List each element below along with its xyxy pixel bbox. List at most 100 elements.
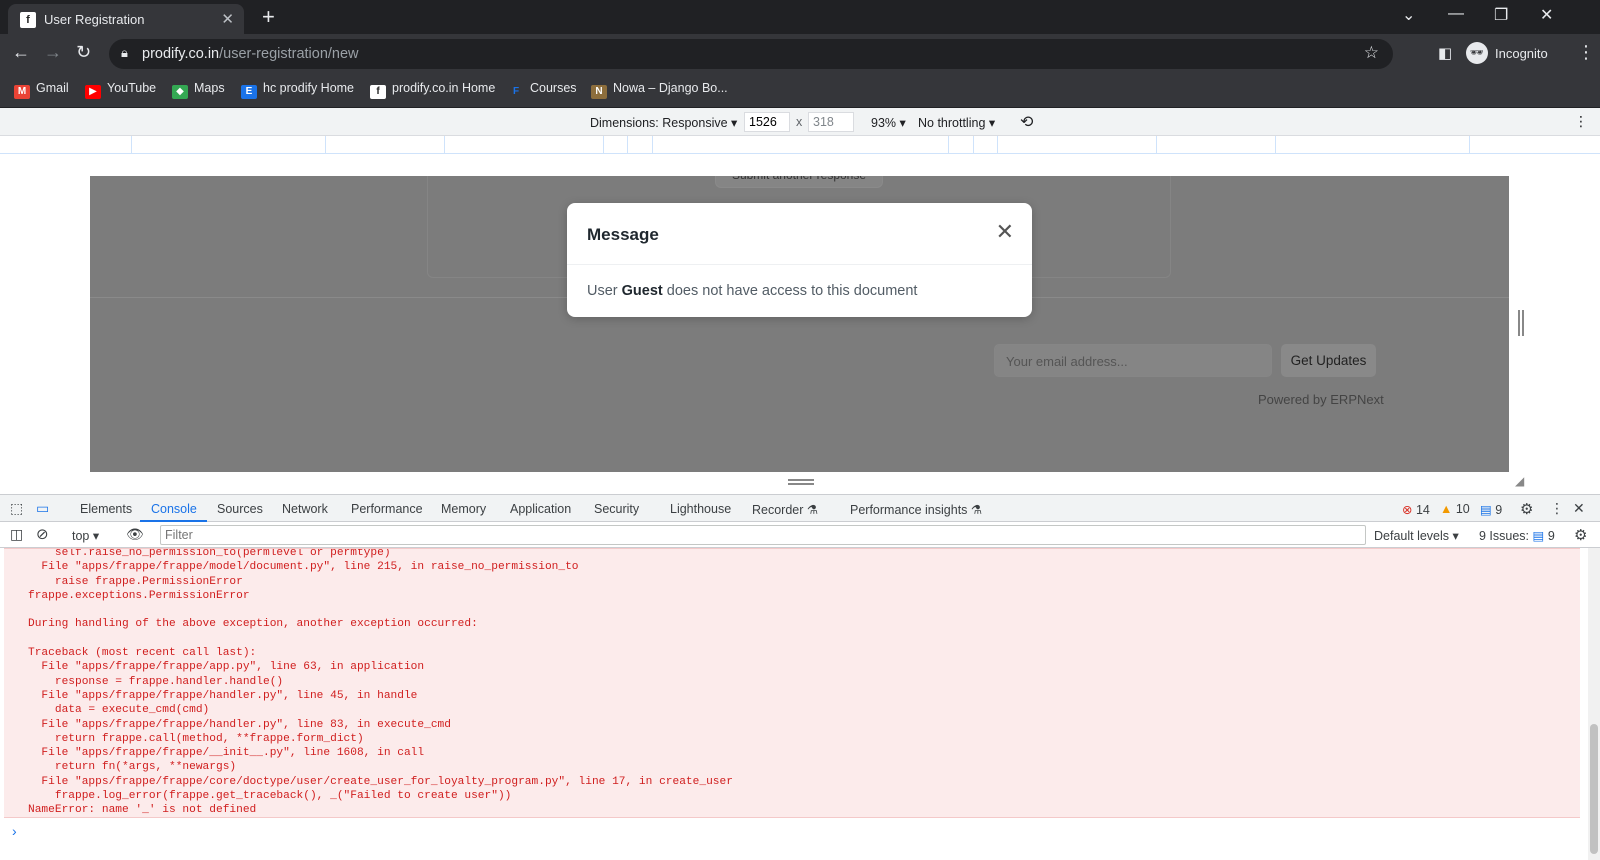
device-toolbar-menu-icon[interactable]: ⋮ (1574, 113, 1588, 130)
issues-button[interactable]: 9 Issues: ▤ 9 (1479, 528, 1555, 543)
device-toggle-icon[interactable]: ▭ (36, 500, 49, 517)
context-label: top (72, 529, 90, 543)
bookmark-label: YouTube (107, 81, 157, 95)
bookmark-star-icon[interactable]: ☆ (1364, 43, 1379, 63)
restore-icon[interactable]: ❐ (1494, 5, 1508, 25)
warning-count[interactable]: ▲ 10 (1440, 502, 1470, 516)
dimensions-dropdown[interactable]: Dimensions: Responsive ▾ (590, 115, 737, 130)
sidebar-toggle-icon[interactable]: ◫ (10, 526, 23, 543)
browser-toolbar: ← → ↻ 🔒︎ prodify.co.in/user-registration… (0, 34, 1600, 72)
message-user: Guest (621, 283, 663, 299)
viewport-height-input[interactable] (808, 112, 854, 132)
tab-network[interactable]: Network (282, 502, 328, 516)
bookmark-label: Nowa – Django Bo... (613, 81, 728, 95)
reload-icon[interactable]: ↻ (76, 42, 91, 63)
console-prompt-icon[interactable]: › (12, 823, 17, 839)
devtools-settings-icon[interactable]: ⚙ (1520, 500, 1533, 518)
scrollbar-thumb[interactable] (1590, 724, 1598, 854)
submit-another-button[interactable]: Submit another response (715, 176, 883, 188)
tab-performance-insights[interactable]: Performance insights ⚗︎ (850, 502, 982, 517)
message-count[interactable]: ▤ 9 (1480, 502, 1502, 517)
tab-application[interactable]: Application (510, 502, 571, 516)
get-updates-button[interactable]: Get Updates (1281, 344, 1376, 377)
new-tab-icon[interactable]: + (262, 4, 275, 30)
context-selector[interactable]: top ▾ (72, 528, 99, 543)
email-input[interactable]: Your email address... (994, 344, 1272, 377)
incognito-profile-button[interactable]: 🕶︎ Incognito (1466, 38, 1566, 66)
devtools-menu-icon[interactable]: ⋮ (1550, 500, 1564, 517)
zoom-dropdown[interactable]: 93% ▾ (871, 115, 906, 130)
tab-memory[interactable]: Memory (441, 502, 486, 516)
lock-icon[interactable]: 🔒︎ (121, 45, 128, 61)
tab-recorder[interactable]: Recorder ⚗︎ (752, 502, 818, 517)
browser-tab[interactable]: f User Registration ✕ (8, 4, 244, 34)
console-toolbar: ◫ ⊘ top ▾ 👁︎ Default levels ▾ 9 Issues: … (0, 522, 1600, 548)
clear-console-icon[interactable]: ⊘ (36, 525, 49, 543)
bookmark-courses[interactable]: F Courses (508, 81, 577, 99)
live-expression-eye-icon[interactable]: 👁︎ (126, 526, 144, 543)
url-path: /user-registration/new (219, 46, 359, 62)
bookmark-nowa[interactable]: N Nowa – Django Bo... (591, 81, 728, 99)
gmail-icon: M (14, 85, 30, 99)
dialog-close-icon[interactable]: ✕ (996, 219, 1014, 245)
dimensions-label: Dimensions: Responsive (590, 116, 728, 130)
devtools-tab-bar: ⬚ ▭ Elements Console Sources Network Per… (0, 494, 1600, 522)
tab-favicon-icon: f (20, 12, 36, 28)
url-host: prodify.co.in (142, 46, 220, 62)
tab-elements[interactable]: Elements (80, 502, 132, 516)
back-arrow-icon[interactable]: ← (12, 42, 30, 63)
tab-console[interactable]: Console (151, 502, 197, 516)
inspect-element-icon[interactable]: ⬚ (10, 500, 23, 517)
profile-label: Incognito (1495, 46, 1548, 61)
bookmark-gmail[interactable]: M Gmail (14, 81, 69, 99)
viewport-width-resize-handle[interactable] (1518, 310, 1524, 336)
forward-arrow-icon[interactable]: → (44, 42, 62, 63)
url-text: prodify.co.in/user-registration/new (142, 46, 359, 62)
console-error-message[interactable]: self.raise_no_permission_to(permlevel or… (4, 548, 1580, 818)
error-icon: ⊗ (1402, 503, 1413, 517)
tab-sources[interactable]: Sources (217, 502, 263, 516)
bookmark-hc-prodify[interactable]: Ehc prodify Home (241, 81, 354, 99)
device-toolbar: Dimensions: Responsive ▾ x 93% ▾ No thro… (0, 108, 1600, 136)
tab-lighthouse[interactable]: Lighthouse (670, 502, 731, 516)
bookmark-label: prodify.co.in Home (392, 81, 496, 95)
log-levels-dropdown[interactable]: Default levels ▾ (1374, 528, 1459, 543)
bookmark-label: Courses (530, 81, 577, 95)
issues-message-icon: ▤ (1532, 529, 1545, 543)
address-bar[interactable]: 🔒︎ prodify.co.in/user-registration/new ☆ (109, 39, 1393, 69)
powered-by-text[interactable]: Powered by ERPNext (1258, 392, 1384, 407)
console-settings-icon[interactable]: ⚙ (1574, 526, 1587, 544)
tab-label: Recorder (752, 503, 804, 517)
viewport-corner-resize-icon[interactable]: ◢ (1515, 474, 1524, 488)
error-count[interactable]: ⊗ 14 (1402, 502, 1430, 517)
tab-performance[interactable]: Performance (351, 502, 423, 516)
bookmarks-bar: M Gmail ▶ YouTube ◆ Maps Ehc prodify Home f… (0, 72, 1600, 108)
console-scrollbar[interactable] (1588, 548, 1600, 860)
console-filter-input[interactable] (160, 525, 1366, 545)
caret-down-icon: ▾ (1452, 529, 1459, 543)
viewport-height-resize-handle[interactable] (788, 479, 814, 485)
tab-search-chevron-icon[interactable]: ⌄ (1402, 5, 1415, 25)
window-close-icon[interactable]: ✕ (1540, 5, 1553, 25)
devtools-close-icon[interactable]: ✕ (1573, 500, 1585, 517)
tab-title: User Registration (44, 12, 145, 27)
rotate-icon[interactable]: ⟲ (1020, 112, 1033, 132)
side-panel-icon[interactable]: ◧ (1438, 44, 1452, 62)
maps-icon: ◆ (172, 85, 188, 99)
media-query-ruler[interactable] (0, 136, 1600, 154)
throttling-dropdown[interactable]: No throttling ▾ (918, 115, 995, 130)
tab-close-icon[interactable]: ✕ (221, 10, 234, 28)
minimize-icon[interactable]: — (1448, 5, 1464, 23)
browser-menu-icon[interactable]: ⋮ (1577, 42, 1595, 63)
dialog-message: User Guest does not have access to this … (587, 283, 917, 299)
bookmark-youtube[interactable]: ▶ YouTube (85, 81, 156, 99)
dialog-divider (567, 264, 1032, 265)
bookmark-maps[interactable]: ◆ Maps (172, 81, 225, 99)
bookmark-prodify-home[interactable]: f prodify.co.in Home (370, 81, 495, 99)
log-levels-label: Default levels (1374, 529, 1450, 543)
tab-security[interactable]: Security (594, 502, 639, 516)
viewport-width-input[interactable] (744, 112, 790, 132)
bookmark-label: hc prodify Home (263, 81, 355, 95)
traceback-text: self.raise_no_permission_to(permlevel or… (28, 548, 733, 817)
flask-icon: ⚗︎ (806, 503, 819, 517)
